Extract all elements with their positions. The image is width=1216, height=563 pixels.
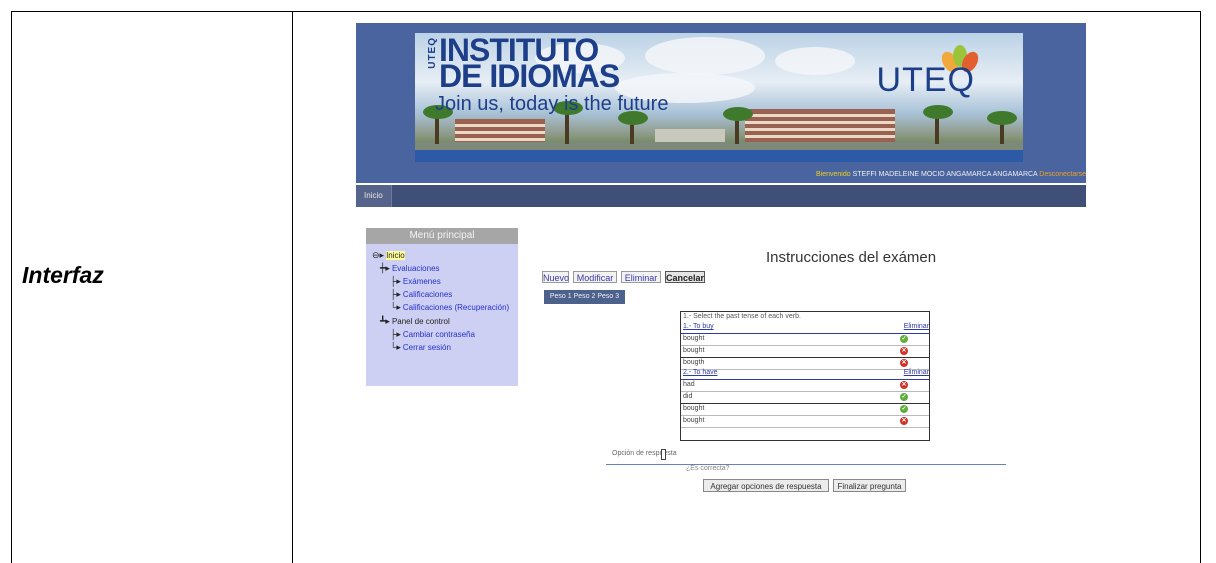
tree-item-panel-control[interactable]: ┻▸ Panel de control xyxy=(380,316,450,327)
main-menu: Menú principal ⊖▸ Inicio ┿▸ Evaluaciones ├… xyxy=(366,228,518,386)
answer-option: bought ✕ xyxy=(681,416,929,428)
tree-item-cambiar-contrasena[interactable]: ├▸ Cambiar contraseña xyxy=(390,329,475,340)
tree-item-evaluaciones[interactable]: ┿▸ Evaluaciones xyxy=(380,263,440,274)
header-banner: UTEQ INSTITUTO DE IDIOMAS Join us, today… xyxy=(415,33,1023,162)
cancel-button[interactable]: Cancelar xyxy=(665,271,705,283)
branch-icon: ├▸ xyxy=(390,329,401,339)
question-title[interactable]: 2.- To have xyxy=(683,369,718,376)
answer-option: had ✕ xyxy=(681,380,929,392)
tree-item-calificaciones[interactable]: ├▸ Calificaciones xyxy=(390,289,452,300)
branch-icon: ┿▸ xyxy=(380,263,390,273)
delete-question-link[interactable]: Eliminar xyxy=(904,323,929,330)
tree-item-calificaciones-recuperacion[interactable]: └▸ Calificaciones (Recuperación) xyxy=(390,302,509,313)
finish-question-button[interactable]: Finalizar pregunta xyxy=(833,479,906,492)
welcome-prefix: Bienvenido xyxy=(815,171,851,178)
answer-option-label: Opción de respuesta xyxy=(612,450,677,457)
nav-item-home[interactable]: Inicio xyxy=(356,185,392,207)
branch-icon: └▸ xyxy=(390,302,401,312)
logout-link[interactable]: Desconectarse xyxy=(1039,171,1086,178)
site-header: UTEQ INSTITUTO DE IDIOMAS Join us, today… xyxy=(356,23,1086,183)
brand-vertical-text: UTEQ xyxy=(427,37,438,69)
incorrect-icon[interactable]: ✕ xyxy=(900,359,908,367)
answer-option: bought ✓ xyxy=(681,334,929,346)
correct-icon[interactable]: ✓ xyxy=(900,405,908,413)
collapse-icon: ⊖▸ xyxy=(372,250,385,260)
menu-title: Menú principal xyxy=(366,228,518,244)
answer-option: bought ✓ xyxy=(681,404,929,416)
question-title[interactable]: 1.- To buy xyxy=(683,323,714,330)
correct-icon[interactable]: ✓ xyxy=(900,393,908,401)
brand-title-line2: DE IDIOMAS xyxy=(439,58,620,94)
delete-button[interactable]: Eliminar xyxy=(621,271,661,283)
questions-panel: 1.- Select the past tense of each verb. … xyxy=(680,311,930,441)
new-button[interactable]: Nuevo xyxy=(542,271,569,283)
branch-icon: ┻▸ xyxy=(380,316,390,326)
incorrect-icon[interactable]: ✕ xyxy=(900,381,908,389)
welcome-bar: Bienvenido STEFFI MADELEINE MOCIO ANGAMA… xyxy=(356,171,1086,185)
delete-question-link[interactable]: Eliminar xyxy=(904,369,929,376)
uteq-logo: UTEQ xyxy=(876,61,975,99)
branch-icon: └▸ xyxy=(390,342,401,352)
peso-tabs[interactable]: Peso 1 Peso 2 Peso 3 xyxy=(544,290,625,304)
tree-item-cerrar-sesion[interactable]: └▸ Cerrar sesión xyxy=(390,342,451,353)
branch-icon: ├▸ xyxy=(390,276,401,286)
nav-bar: Inicio xyxy=(356,185,1086,207)
instruction-text: 1.- Select the past tense of each verb. xyxy=(683,313,801,320)
incorrect-icon[interactable]: ✕ xyxy=(900,417,908,425)
branch-icon: ├▸ xyxy=(390,289,401,299)
page-title: Instrucciones del exámen xyxy=(766,249,937,266)
modify-button[interactable]: Modificar xyxy=(573,271,617,283)
question-header: 1.- To buy Eliminar xyxy=(681,323,929,334)
add-options-button[interactable]: Agregar opciones de respuesta xyxy=(703,479,829,492)
brand-slogan: Join us, today is the future xyxy=(435,93,669,115)
is-correct-checkbox[interactable]: ¿Es correcta? xyxy=(686,465,730,472)
answer-option-input[interactable] xyxy=(661,449,666,460)
question-header: 2.- To have Eliminar xyxy=(681,369,929,380)
tree-root[interactable]: ⊖▸ Inicio xyxy=(372,250,405,261)
app-screenshot: UTEQ INSTITUTO DE IDIOMAS Join us, today… xyxy=(356,23,1086,548)
table-divider xyxy=(292,11,293,563)
row-label: Interfaz xyxy=(22,262,104,288)
incorrect-icon[interactable]: ✕ xyxy=(900,347,908,355)
welcome-user: STEFFI MADELEINE MOCIO ANGAMARCA ANGAMAR… xyxy=(852,171,1038,178)
correct-icon[interactable]: ✓ xyxy=(900,335,908,343)
tree-item-examenes[interactable]: ├▸ Exámenes xyxy=(390,276,441,287)
